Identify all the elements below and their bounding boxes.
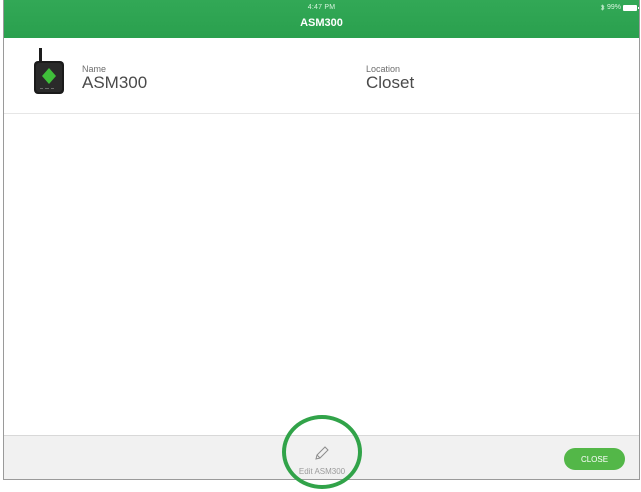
status-bar: 4:47 PM ASM300 99% [4,0,639,38]
device-info-row: Name ASM300 Location Closet [4,38,639,114]
status-indicators: 99% [600,4,639,11]
content-area [4,114,639,435]
close-button[interactable]: CLOSE [564,448,625,470]
pencil-icon [315,446,329,460]
battery-percent: 99% [606,4,621,11]
app-screen: 4:47 PM ASM300 99% Name ASM300 Location … [3,0,640,480]
bluetooth-icon [600,4,605,11]
location-value: Closet [366,73,415,92]
edit-device-label[interactable]: Edit ASM300 [282,467,362,476]
gateway-device-icon [34,48,64,94]
status-time: 4:47 PM [307,4,336,11]
page-title: ASM300 [300,17,343,29]
battery-icon [623,4,639,11]
name-value: ASM300 [82,73,148,92]
